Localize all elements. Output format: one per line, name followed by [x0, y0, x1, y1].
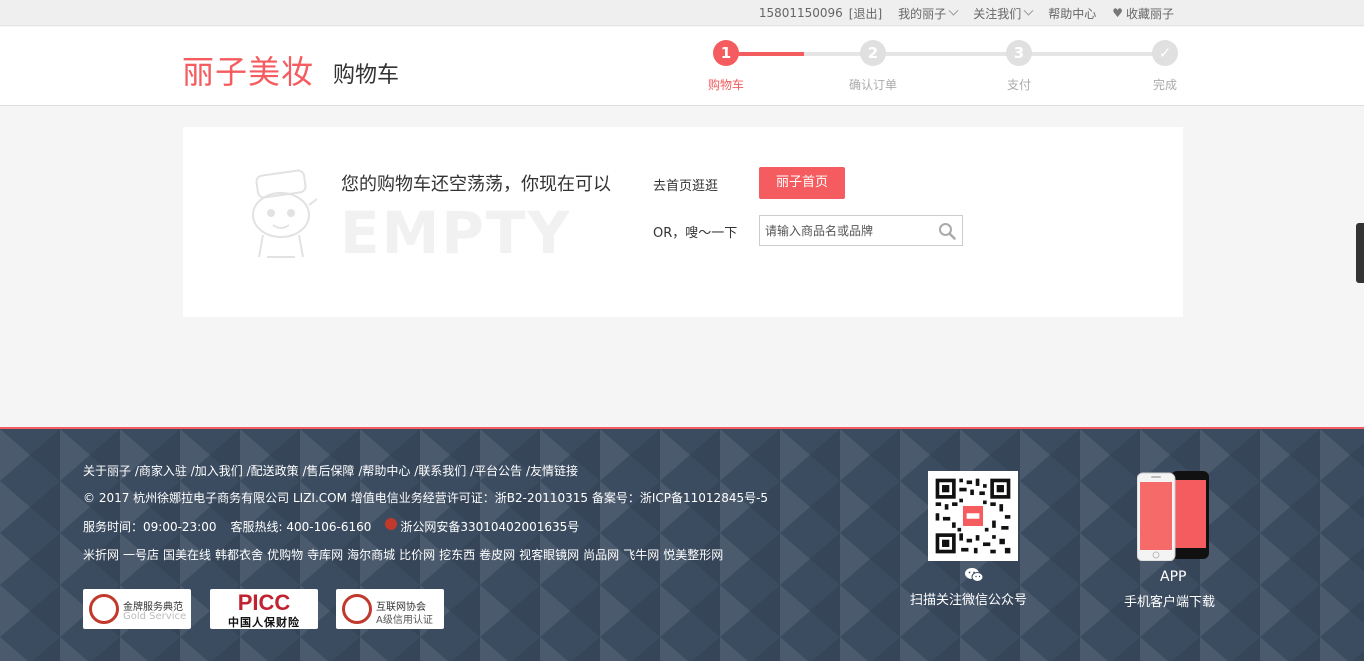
header: 丽子美妆 购物车 1 购物车 2 确认订单 3 支付 ✓ 完成: [0, 27, 1364, 106]
picc-logo: PICC: [237, 590, 291, 615]
gold-service-badge[interactable]: 金牌服务典范 Gold Service: [83, 589, 191, 629]
check-icon: ✓: [1152, 40, 1178, 66]
side-toolbar-handle[interactable]: [1356, 223, 1364, 283]
step-confirm-order: 2 确认订单: [843, 40, 903, 93]
friend-link[interactable]: 一号店: [123, 548, 159, 562]
or-search-text: OR，嗖～一下: [653, 226, 738, 241]
cert-subtitle: 中国人保财险: [228, 616, 300, 629]
step-label: 购物车: [707, 78, 744, 92]
user-phone-text: 15801150096: [758, 6, 843, 20]
step-number: 3: [1006, 40, 1032, 66]
step-cart: 1 购物车: [696, 40, 756, 93]
footer-link[interactable]: 平台公告: [474, 464, 522, 478]
friend-links: 米折网 一号店 国美在线 韩都衣舍 优购物 寺库网 海尔商城 比价网 挖东西 卷皮网 视客眼镜网 尚品…: [83, 546, 727, 563]
page-title: 购物车: [333, 63, 400, 88]
footer-link[interactable]: 商家入驻: [139, 464, 187, 478]
heart-icon: ♥: [1112, 6, 1123, 20]
cert-subtitle: Gold Service: [123, 611, 187, 622]
friend-link[interactable]: 比价网: [399, 548, 435, 562]
seal-icon: [342, 594, 372, 624]
friend-link[interactable]: 飞牛网: [623, 548, 659, 562]
footer-link[interactable]: 联系我们: [418, 464, 466, 478]
friend-link[interactable]: 尚品网: [583, 548, 619, 562]
step-number: 2: [860, 40, 886, 66]
footer-link[interactable]: 加入我们: [195, 464, 243, 478]
chevron-down-icon: [948, 5, 959, 16]
wechat-qr-code-icon: [928, 471, 1018, 561]
empty-watermark: EMPTY: [340, 199, 572, 267]
top-bar-menu: 15801150096 [退出] 我的丽子 关注我们 帮助中心 ♥ 收藏丽子: [759, 0, 1174, 26]
favorite-label: 收藏丽子: [1125, 6, 1174, 21]
footer-link[interactable]: 帮助中心: [362, 464, 410, 478]
friend-link[interactable]: 米折网: [83, 548, 119, 562]
mobile-app-phones-icon[interactable]: [1137, 471, 1211, 561]
logo[interactable]: 丽子美妆: [182, 47, 314, 93]
footer-link[interactable]: 友情链接: [530, 464, 578, 478]
follow-us-label: 关注我们: [973, 6, 1022, 21]
cert-subtitle: A级信用认证: [376, 615, 433, 626]
friend-link[interactable]: 韩都衣舍: [215, 548, 263, 562]
app-label: APP: [1160, 569, 1187, 585]
step-number: 1: [713, 40, 739, 66]
police-record[interactable]: 浙公网安备33010402001635号: [400, 518, 579, 535]
go-home-text: 去首页逛逛: [653, 179, 719, 194]
search-box: [759, 215, 963, 246]
friend-link[interactable]: 寺库网: [307, 548, 343, 562]
empty-cart-panel: EMPTY 您的购物车还空荡荡，你现在可以 去首页逛逛 丽子首页 OR，嗖～一下: [183, 127, 1183, 317]
search-input[interactable]: [760, 216, 930, 245]
step-label: 完成: [1152, 78, 1177, 92]
friend-link[interactable]: 优购物: [267, 548, 303, 562]
top-bar: 15801150096 [退出] 我的丽子 关注我们 帮助中心 ♥ 收藏丽子: [0, 0, 1364, 26]
checkout-steps: 1 购物车 2 确认订单 3 支付 ✓ 完成: [700, 40, 1180, 100]
friend-link[interactable]: 国美在线: [163, 548, 211, 562]
empty-cart-mascot-icon: [252, 169, 318, 258]
footer-link[interactable]: 关于丽子: [83, 464, 131, 478]
hotline: 客服热线: 400-106-6160: [230, 520, 372, 534]
friend-link[interactable]: 悦美整形网: [663, 548, 723, 562]
seal-icon: [89, 594, 119, 624]
step-complete: ✓ 完成: [1135, 40, 1195, 93]
step-label: 支付: [1006, 78, 1031, 92]
friend-link[interactable]: 挖东西: [439, 548, 475, 562]
footer-links: 关于丽子 /商家入驻 /加入我们 /配送政策 /售后保障 /帮助中心 /联系我们…: [83, 464, 579, 478]
help-center-label: 帮助中心: [1048, 6, 1097, 21]
footer: 关于丽子 /商家入驻 /加入我们 /配送政策 /售后保障 /帮助中心 /联系我们…: [0, 427, 1364, 661]
home-button[interactable]: 丽子首页: [759, 167, 845, 199]
service-info: 服务时间：09:00-23:00 客服热线: 400-106-6160 浙公网安…: [83, 517, 579, 535]
step-label: 确认订单: [848, 78, 897, 92]
wechat-qr-label: 扫描关注微信公众号: [910, 593, 1028, 608]
service-time: 服务时间：09:00-23:00: [83, 520, 217, 534]
favorite-link[interactable]: ♥ 收藏丽子: [1112, 5, 1174, 22]
app-download-label[interactable]: 手机客户端下载: [1124, 591, 1215, 610]
search-icon[interactable]: [938, 222, 956, 240]
friend-link[interactable]: 视客眼镜网: [519, 548, 579, 562]
help-center-link[interactable]: 帮助中心: [1048, 5, 1096, 22]
footer-link[interactable]: 售后保障: [307, 464, 355, 478]
my-lizi-label: 我的丽子: [898, 6, 947, 21]
logout-link[interactable]: [退出]: [849, 5, 882, 22]
friend-link[interactable]: 卷皮网: [479, 548, 515, 562]
user-phone[interactable]: 15801150096 [退出]: [759, 5, 882, 22]
friend-link[interactable]: 海尔商城: [347, 548, 395, 562]
my-lizi-menu[interactable]: 我的丽子: [898, 5, 959, 22]
copyright-text: © 2017 杭州徐娜拉电子商务有限公司 LIZI.COM 增值电信业务经营许可…: [83, 491, 769, 505]
footer-link[interactable]: 配送政策: [251, 464, 299, 478]
step-payment: 3 支付: [989, 40, 1049, 93]
credit-cert-badge[interactable]: 互联网协会 A级信用认证: [336, 589, 444, 629]
empty-cart-message: 您的购物车还空荡荡，你现在可以: [341, 174, 611, 195]
police-badge-icon: [385, 517, 398, 530]
wechat-icon: [965, 568, 984, 582]
picc-badge[interactable]: PICC 中国人保财险: [210, 589, 318, 629]
chevron-down-icon: [1023, 5, 1034, 16]
follow-us-menu[interactable]: 关注我们: [973, 5, 1034, 22]
